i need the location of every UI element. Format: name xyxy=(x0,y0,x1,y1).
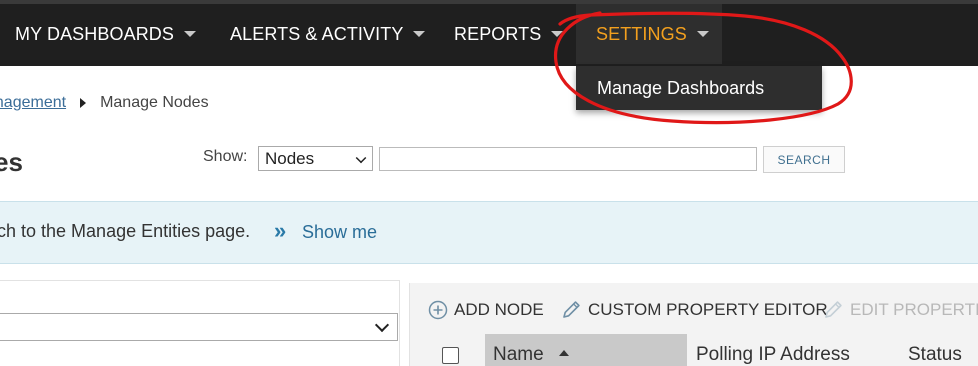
caret-down-icon xyxy=(413,31,426,37)
nav-settings-label: SETTINGS xyxy=(596,23,687,44)
nav-alerts-activity-label: ALERTS & ACTIVITY xyxy=(230,23,404,44)
double-chevron-right-icon: » xyxy=(274,218,287,243)
column-header-name[interactable]: Name xyxy=(485,334,687,366)
nav-settings[interactable]: SETTINGS xyxy=(576,4,722,64)
column-header-status[interactable]: Status xyxy=(908,344,962,366)
banner-text: ch to the Manage Entities page. xyxy=(0,221,251,241)
nav-my-dashboards[interactable]: MY DASHBOARDS xyxy=(15,4,197,64)
nav-my-dashboards-label: MY DASHBOARDS xyxy=(15,23,175,44)
show-select[interactable]: Nodes xyxy=(258,146,373,171)
breadcrumb-link[interactable]: anagement xyxy=(0,94,66,112)
custom-property-editor-button[interactable]: CUSTOM PROPERTY EDITOR xyxy=(560,299,828,321)
show-select-value: Nodes xyxy=(265,148,315,168)
add-node-button[interactable]: ADD NODE xyxy=(428,299,544,321)
column-name-label: Name xyxy=(493,344,544,365)
settings-dropdown-menu: Manage Dashboards xyxy=(576,66,822,110)
select-all-checkbox[interactable] xyxy=(442,347,459,364)
custom-property-editor-label: CUSTOM PROPERTY EDITOR xyxy=(588,300,828,319)
show-me-link[interactable]: Show me xyxy=(302,222,377,243)
column-header-polling-ip[interactable]: Polling IP Address xyxy=(696,344,850,366)
search-input[interactable] xyxy=(379,147,757,171)
chevron-down-icon xyxy=(355,152,367,164)
breadcrumb-current: Manage Nodes xyxy=(100,94,209,111)
sort-ascending-icon xyxy=(558,350,569,356)
menu-item-manage-dashboards[interactable]: Manage Dashboards xyxy=(597,66,764,110)
edit-properties-label: EDIT PROPERTIES xyxy=(850,300,978,319)
caret-down-icon xyxy=(184,31,197,37)
caret-down-icon xyxy=(551,31,564,37)
info-banner: ch to the Manage Entities page. » Show m… xyxy=(0,201,978,264)
group-by-select[interactable] xyxy=(0,313,398,341)
breadcrumb-separator-icon xyxy=(80,98,87,108)
breadcrumb: anagement Manage Nodes xyxy=(0,92,209,114)
plus-circle-icon xyxy=(428,300,448,320)
pencil-icon xyxy=(825,301,842,318)
caret-down-icon xyxy=(696,31,709,37)
add-node-label: ADD NODE xyxy=(454,300,544,319)
nav-reports[interactable]: REPORTS xyxy=(454,4,564,64)
nav-reports-label: REPORTS xyxy=(454,23,542,44)
page-title: es xyxy=(0,147,23,177)
edit-properties-button[interactable]: EDIT PROPERTIES xyxy=(822,299,978,321)
chevron-down-icon xyxy=(374,317,390,333)
pencil-icon xyxy=(563,301,580,318)
show-label: Show: xyxy=(203,148,248,165)
nav-alerts-activity[interactable]: ALERTS & ACTIVITY xyxy=(230,4,426,64)
search-button[interactable]: SEARCH xyxy=(763,146,845,173)
